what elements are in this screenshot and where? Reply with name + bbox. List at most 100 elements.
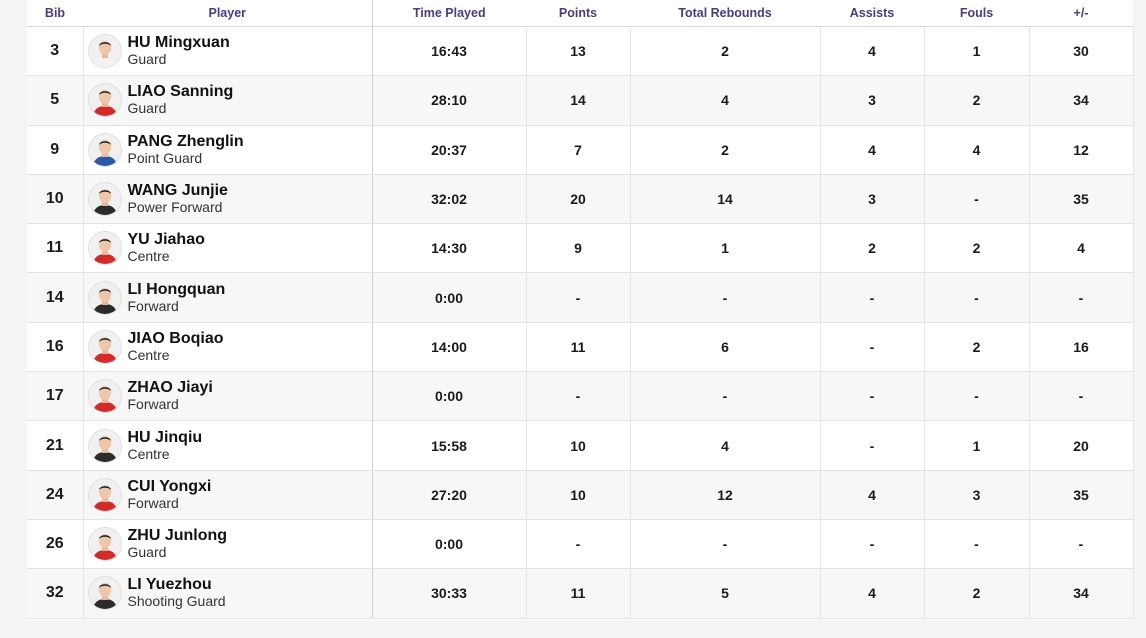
player-info: CUI Yongxi Forward	[128, 478, 212, 512]
points: -	[526, 371, 631, 422]
total-rebounds: -	[630, 371, 821, 422]
table-row[interactable]: 24 CUI Yongxi Forward 27:20 10 12 4 3 35	[27, 470, 1134, 520]
assists: 4	[820, 470, 925, 520]
player-avatar-icon	[87, 527, 122, 562]
player-cell[interactable]: PANG Zhenglin Point Guard	[83, 125, 373, 175]
bib-number: 10	[27, 174, 84, 225]
player-cell[interactable]: LI Yuezhou Shooting Guard	[83, 568, 373, 619]
player-name[interactable]: ZHAO Jiayi	[128, 379, 213, 396]
player-cell[interactable]: LIAO Sanning Guard	[83, 75, 373, 126]
player-name[interactable]: ZHU Junlong	[128, 527, 228, 544]
header-bib[interactable]: Bib	[27, 0, 83, 27]
player-cell[interactable]: LI Hongquan Forward	[83, 272, 373, 323]
header-time-played[interactable]: Time Played	[372, 0, 526, 27]
header-fouls[interactable]: Fouls	[924, 0, 1029, 27]
player-info: HU Mingxuan Guard	[128, 34, 230, 68]
player-cell[interactable]: ZHAO Jiayi Forward	[83, 371, 373, 422]
total-rebounds: 4	[630, 75, 821, 126]
player-name[interactable]: JIAO Boqiao	[128, 330, 224, 347]
player-name[interactable]: LIAO Sanning	[128, 83, 234, 100]
table-row[interactable]: 3 HU Mingxuan Guard 16:43 13 2 4 1 30	[27, 26, 1134, 77]
player-avatar-icon	[87, 83, 122, 118]
player-name[interactable]: HU Jinqiu	[128, 429, 203, 446]
table-row[interactable]: 21 HU Jinqiu Centre 15:58 10 4-1 20	[27, 420, 1134, 471]
time-played: 30:33	[372, 568, 527, 619]
bib-number: 26	[27, 519, 84, 570]
player-cell[interactable]: HU Mingxuan Guard	[83, 26, 373, 77]
header-plus-minus[interactable]: +/-	[1029, 0, 1133, 27]
fouls: 3	[924, 470, 1030, 520]
table-row[interactable]: 5 LIAO Sanning Guard 28:10 14 4 3 2 34	[27, 75, 1134, 126]
player-cell[interactable]: HU Jinqiu Centre	[83, 420, 373, 471]
table-row[interactable]: 9 PANG Zhenglin Point Guard 20:37 7 2 4 4 12	[27, 125, 1134, 175]
assists: 2	[820, 223, 925, 274]
bib-number: 16	[27, 322, 84, 373]
player-avatar-icon	[87, 34, 122, 69]
bib-number: 11	[27, 223, 84, 274]
header-player[interactable]: Player	[83, 0, 373, 27]
time-played: 16:43	[372, 26, 527, 77]
player-position: Forward	[127, 494, 179, 511]
player-info: LI Yuezhou Shooting Guard	[128, 576, 226, 610]
plus-minus: 20	[1029, 420, 1134, 471]
bib-number: 14	[27, 272, 84, 323]
bib-number: 24	[27, 470, 84, 520]
player-avatar-icon	[87, 132, 122, 167]
time-played: 0:00	[372, 371, 527, 422]
player-info: LIAO Sanning Guard	[128, 83, 234, 117]
table-row[interactable]: 11 YU Jiahao Centre 14:30 9 1 2 2 4	[27, 223, 1134, 274]
total-rebounds: -	[630, 272, 821, 323]
plus-minus: 35	[1029, 470, 1134, 520]
player-name[interactable]: YU Jiahao	[128, 231, 205, 248]
time-played: 14:30	[372, 223, 527, 274]
assists: 4	[820, 125, 925, 175]
player-name[interactable]: PANG Zhenglin	[128, 133, 244, 150]
player-name[interactable]: LI Yuezhou	[128, 576, 226, 593]
points: 14	[526, 75, 631, 126]
table-row[interactable]: 14 LI Hongquan Forward 0:00- - - - -	[27, 272, 1134, 323]
fouls: 4	[924, 125, 1030, 175]
plus-minus: 4	[1029, 223, 1134, 274]
plus-minus: 34	[1029, 75, 1134, 126]
total-rebounds: 14	[630, 174, 821, 225]
time-played: 0:00	[372, 519, 527, 570]
time-played: 27:20	[372, 470, 527, 520]
plus-minus: -	[1029, 272, 1134, 323]
table-row[interactable]: 16 JIAO Boqiao Centre 14:00 11 6-2 16	[27, 322, 1134, 373]
points: -	[526, 272, 631, 323]
player-name[interactable]: WANG Junjie	[128, 182, 228, 199]
plus-minus: 30	[1029, 26, 1134, 77]
player-name[interactable]: CUI Yongxi	[128, 478, 212, 495]
table-row[interactable]: 32 LI Yuezhou Shooting Guard 30:33 11 5 4 2 34	[27, 568, 1134, 619]
total-rebounds: 12	[630, 470, 821, 520]
header-assists[interactable]: Assists	[820, 0, 924, 27]
player-avatar-icon	[87, 280, 122, 315]
plus-minus: -	[1029, 519, 1134, 570]
player-cell[interactable]: ZHU Junlong Guard	[83, 519, 373, 570]
time-played: 28:10	[372, 75, 527, 126]
fouls: -	[924, 272, 1030, 323]
player-info: HU Jinqiu Centre	[128, 429, 203, 463]
table-row[interactable]: 10 WANG Junjie Power Forward 32:02 20 14 3-35	[27, 174, 1134, 225]
fouls: 1	[924, 26, 1030, 77]
player-cell[interactable]: WANG Junjie Power Forward	[83, 174, 373, 225]
player-avatar-icon	[87, 182, 122, 217]
player-cell[interactable]: CUI Yongxi Forward	[83, 470, 373, 520]
player-cell[interactable]: YU Jiahao Centre	[83, 223, 373, 274]
assists: 3	[820, 75, 925, 126]
header-points[interactable]: Points	[526, 0, 630, 27]
table-row[interactable]: 17 ZHAO Jiayi Forward 0:00- - - - -	[27, 371, 1134, 422]
player-position: Shooting Guard	[127, 593, 226, 610]
player-position: Guard	[127, 51, 167, 68]
total-rebounds: 4	[630, 420, 821, 471]
box-score-table-container: Bib Player Time Played Points Total Rebo…	[27, 0, 1134, 620]
player-position: Power Forward	[127, 199, 223, 216]
total-rebounds: 2	[630, 26, 821, 77]
fouls: 2	[924, 75, 1030, 126]
player-name[interactable]: LI Hongquan	[128, 281, 226, 298]
player-name[interactable]: HU Mingxuan	[128, 34, 230, 51]
table-row[interactable]: 26 ZHU Junlong Guard 0:00- - - - -	[27, 519, 1134, 570]
header-total-rebounds[interactable]: Total Rebounds	[630, 0, 820, 27]
player-cell[interactable]: JIAO Boqiao Centre	[83, 322, 373, 373]
assists: -	[820, 519, 925, 570]
